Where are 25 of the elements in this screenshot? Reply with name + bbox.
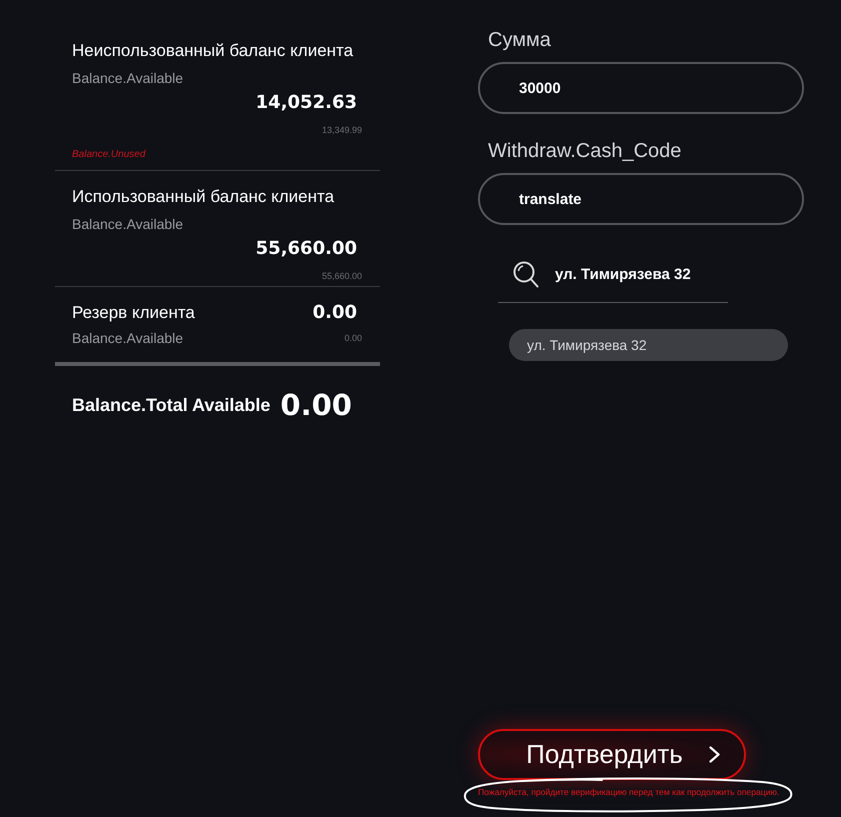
secondary-amount: 55,660.00 — [322, 270, 362, 283]
balance-subtitle: Balance.Available — [72, 215, 184, 234]
search-icon — [513, 261, 539, 288]
chevron-right-icon — [708, 746, 720, 763]
total-amount: 0.00 — [280, 388, 352, 422]
address-suggestion[interactable]: ул. Тимирязева 32 — [509, 329, 788, 361]
balance-note: Balance.Unused — [72, 149, 146, 160]
balance-title: Резерв клиента — [72, 302, 195, 324]
balance-subtitle: Balance.Available — [72, 329, 184, 348]
balance-amount: 14,052.63 — [256, 91, 357, 115]
total-label: Balance.Total Available — [72, 394, 270, 417]
confirm-button[interactable]: Подтвердить — [478, 729, 746, 780]
input-field[interactable]: 30000 — [478, 62, 804, 114]
balance-title: Неиспользованный баланс клиента — [72, 40, 354, 62]
input-field[interactable]: translate — [478, 173, 804, 225]
balance-subtitle: Balance.Available — [72, 69, 184, 88]
secondary-amount: 0.00 — [344, 332, 362, 345]
balance-title: Использованный баланс клиента — [72, 186, 336, 208]
search-field[interactable]: ул. Тимирязева 32 — [498, 251, 728, 303]
field-label: Сумма — [487, 28, 552, 53]
field-label: Withdraw.Cash_Code — [487, 139, 682, 164]
secondary-amount: 13,349.99 — [322, 124, 362, 137]
verification-warning: Пожалуйста, пройдите верификацию перед тем как продолжить операцию. — [478, 786, 780, 798]
balance-amount: 55,660.00 — [256, 237, 357, 261]
balance-amount: 0.00 — [312, 301, 357, 325]
